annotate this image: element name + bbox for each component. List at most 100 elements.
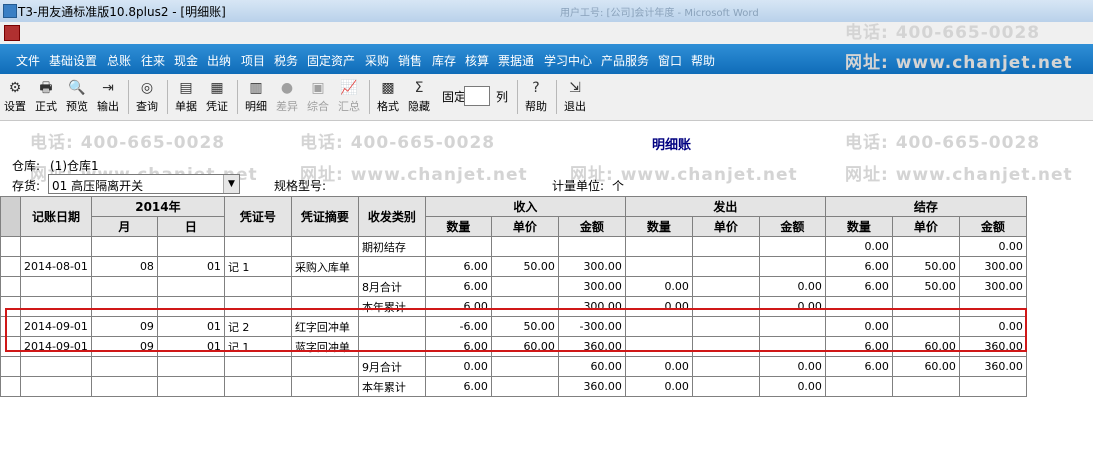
cell-in-q: 0.00 bbox=[424, 356, 492, 377]
cell-bal-a: 0.00 bbox=[958, 316, 1027, 337]
menu-learning-center[interactable]: 学习中心 bbox=[544, 52, 592, 69]
menu-tax[interactable]: 税务 bbox=[274, 52, 298, 69]
cell-in-p bbox=[490, 376, 559, 397]
cell-date: 2014-09-01 bbox=[20, 316, 92, 337]
cell-month: 09 bbox=[90, 336, 158, 357]
cell-day: 01 bbox=[156, 336, 225, 357]
difference-button[interactable]: ● 差异 bbox=[273, 77, 301, 117]
menu-fixed-assets[interactable]: 固定资产 bbox=[307, 52, 355, 69]
total-button[interactable]: 📈 汇总 bbox=[335, 77, 363, 117]
cell-date bbox=[20, 376, 92, 397]
cell-month: 08 bbox=[90, 256, 158, 277]
preview-button[interactable]: 🔍 预览 bbox=[63, 77, 91, 117]
warehouse-value: (1)仓库1 bbox=[50, 159, 99, 173]
cell-in-p bbox=[490, 236, 559, 257]
menu-project[interactable]: 项目 bbox=[241, 52, 265, 69]
menu-file[interactable]: 文件 bbox=[16, 52, 40, 69]
query-button[interactable]: ◎ 查询 bbox=[133, 77, 161, 117]
menu-general-ledger[interactable]: 总账 bbox=[107, 52, 131, 69]
chevron-down-icon[interactable]: ▼ bbox=[223, 175, 239, 193]
cell-voucher: 记 1 bbox=[223, 256, 292, 277]
row-selector[interactable] bbox=[0, 256, 21, 277]
menu-product-service[interactable]: 产品服务 bbox=[601, 52, 649, 69]
cell-out-q: 0.00 bbox=[624, 356, 693, 377]
cell-date bbox=[20, 236, 92, 257]
menu-help[interactable]: 帮助 bbox=[691, 52, 715, 69]
cell-in-a: 360.00 bbox=[557, 376, 626, 397]
watermark-phone: 电话: 400-665-0028 bbox=[30, 133, 226, 153]
fix-columns-input[interactable] bbox=[464, 86, 490, 106]
cell-cat bbox=[357, 316, 426, 337]
table-row[interactable]: 8月合计 6.00 300.00 0.00 0.00 6.00 50.00 300.00 bbox=[0, 276, 1027, 297]
row-selector-header[interactable] bbox=[0, 196, 21, 237]
stock-select[interactable]: 01 高压隔离开关 ▼ bbox=[48, 174, 240, 194]
watermark-site: 网址: www.chanjet.net bbox=[845, 165, 1073, 185]
menu-purchase[interactable]: 采购 bbox=[365, 52, 389, 69]
menu-sales[interactable]: 销售 bbox=[398, 52, 422, 69]
hide-button[interactable]: Σ 隐藏 bbox=[405, 77, 433, 117]
cell-day bbox=[156, 276, 225, 297]
table-row[interactable]: 2014-08-01 08 01 记 1 采购入库单 6.00 50.00 300.00 6.0… bbox=[0, 256, 1027, 277]
row-selector[interactable] bbox=[0, 236, 21, 257]
table-row[interactable]: 2014-09-01 09 01 记 1 蓝字回冲单 6.00 60.00 360.00 6.0… bbox=[0, 336, 1027, 357]
cell-month bbox=[90, 236, 158, 257]
menu-basic-settings[interactable]: 基础设置 bbox=[49, 52, 97, 69]
row-selector[interactable] bbox=[0, 376, 21, 397]
table-row[interactable]: 本年累计 6.00 360.00 0.00 0.00 bbox=[0, 376, 1027, 397]
official-print-button[interactable]: 🖶 正式 bbox=[32, 77, 60, 117]
detail-button[interactable]: ▥ 明细 bbox=[242, 77, 270, 117]
toolbar-separator bbox=[237, 80, 238, 114]
menu-bill[interactable]: 票据通 bbox=[498, 52, 534, 69]
cell-bal-a: 0.00 bbox=[958, 236, 1027, 257]
toolbar-separator bbox=[128, 80, 129, 114]
menu-inventory[interactable]: 库存 bbox=[432, 52, 456, 69]
cell-in-q: -6.00 bbox=[424, 316, 492, 337]
cell-out-q bbox=[624, 256, 693, 277]
cell-out-q: 0.00 bbox=[624, 376, 693, 397]
cell-out-p bbox=[691, 236, 760, 257]
document-button[interactable]: ▤ 单据 bbox=[172, 77, 200, 117]
cell-cat bbox=[357, 336, 426, 357]
out-qty-header: 数量 bbox=[624, 216, 693, 237]
menu-cashier[interactable]: 出纳 bbox=[207, 52, 231, 69]
menu-accounting[interactable]: 核算 bbox=[465, 52, 489, 69]
cell-day: 01 bbox=[156, 316, 225, 337]
menu-accounts[interactable]: 往来 bbox=[141, 52, 165, 69]
title-bar: T3-用友通标准版10.8plus2 - [明细账] 用户工号: [公司]会计年… bbox=[0, 0, 1093, 23]
cell-out-a: 0.00 bbox=[758, 376, 826, 397]
menu-window[interactable]: 窗口 bbox=[658, 52, 682, 69]
output-button[interactable]: ⇥ 输出 bbox=[94, 77, 122, 117]
cell-in-p bbox=[490, 356, 559, 377]
row-selector[interactable] bbox=[0, 316, 21, 337]
summary-button[interactable]: ▣ 综合 bbox=[304, 77, 332, 117]
system-menu-icon[interactable] bbox=[4, 25, 20, 41]
format-button[interactable]: ▩ 格式 bbox=[374, 77, 402, 117]
cell-cat: 本年累计 bbox=[357, 376, 426, 397]
cell-bal-q bbox=[824, 296, 893, 317]
preview-icon: 🔍 bbox=[68, 80, 86, 96]
table-row[interactable]: 本年累计 6.00 300.00 0.00 0.00 bbox=[0, 296, 1027, 317]
help-button[interactable]: ? 帮助 bbox=[522, 77, 550, 117]
cell-in-a: 300.00 bbox=[557, 296, 626, 317]
cell-date: 2014-08-01 bbox=[20, 256, 92, 277]
row-selector[interactable] bbox=[0, 296, 21, 317]
category-header: 收发类别 bbox=[357, 196, 426, 237]
exit-button[interactable]: ⇲ 退出 bbox=[561, 77, 589, 117]
table-row[interactable]: 9月合计 0.00 60.00 0.00 0.00 6.00 60.00 360.00 bbox=[0, 356, 1027, 377]
watermark-phone: 电话: 400-665-0028 bbox=[300, 133, 496, 153]
cell-date: 2014-09-01 bbox=[20, 336, 92, 357]
cell-in-q: 6.00 bbox=[424, 336, 492, 357]
menu-cash[interactable]: 现金 bbox=[174, 52, 198, 69]
row-selector[interactable] bbox=[0, 356, 21, 377]
cell-bal-p bbox=[891, 296, 960, 317]
date-header: 记账日期 bbox=[20, 196, 92, 237]
setup-button[interactable]: ⚙ 设置 bbox=[2, 77, 28, 117]
table-row[interactable]: 期初结存 0.00 0.00 bbox=[0, 236, 1027, 257]
cell-summary: 蓝字回冲单 bbox=[290, 336, 359, 357]
row-selector[interactable] bbox=[0, 276, 21, 297]
row-selector[interactable] bbox=[0, 336, 21, 357]
out-header: 发出 bbox=[624, 196, 826, 217]
voucher-button[interactable]: ▦ 凭证 bbox=[203, 77, 231, 117]
cell-date bbox=[20, 296, 92, 317]
table-row[interactable]: 2014-09-01 09 01 记 2 红字回冲单 -6.00 50.00 -300.00 0… bbox=[0, 316, 1027, 337]
